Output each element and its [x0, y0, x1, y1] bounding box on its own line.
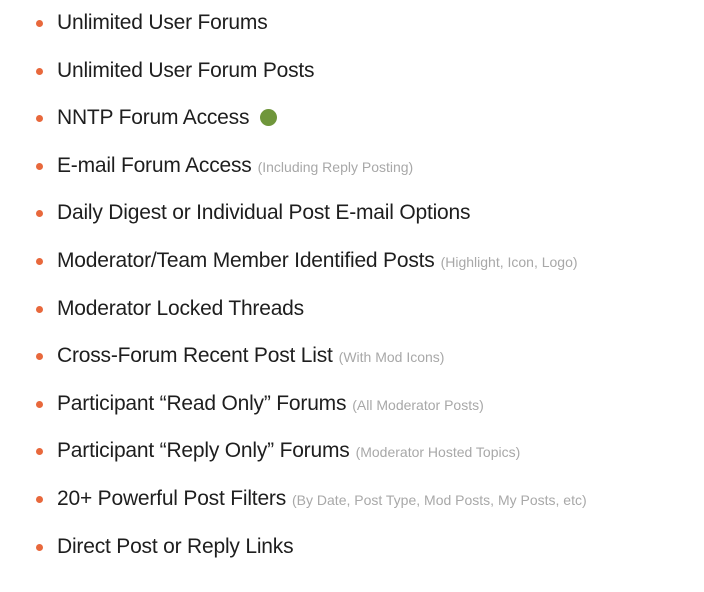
bullet-icon: [36, 115, 43, 123]
list-item: Unlimited User Forums: [0, 8, 704, 56]
bullet-icon: [36, 67, 43, 75]
bullet-icon: [36, 305, 43, 313]
feature-label: Moderator Locked Threads: [57, 296, 304, 320]
list-item: E-mail Forum Access (Including Reply Post…: [0, 151, 704, 199]
feature-label: Moderator/Team Member Identified Posts: [57, 248, 435, 272]
bullet-icon: [36, 353, 43, 361]
feature-label: 20+ Powerful Post Filters: [57, 486, 287, 510]
feature-label: E-mail Forum Access: [57, 153, 252, 177]
list-item: Participant “Reply Only” Forums (Moderato…: [0, 436, 704, 484]
feature-note: (With Mod Icons): [338, 349, 445, 366]
list-item: Direct Post or Reply Links: [0, 532, 704, 580]
feature-note: (Moderator Hosted Topics): [355, 444, 521, 461]
feature-note: (By Date, Post Type, Mod Posts, My Posts…: [292, 491, 587, 508]
feature-note: (Including Reply Posting): [257, 158, 414, 175]
bullet-icon: [36, 543, 43, 551]
feature-label: Participant “Reply Only” Forums: [57, 439, 350, 463]
feature-label: Unlimited User Forums: [57, 11, 268, 34]
list-item: Participant “Read Only” Forums (All Moder…: [0, 389, 704, 437]
list-item: Moderator Locked Threads: [0, 294, 704, 342]
feature-note: (Highlight, Icon, Logo): [440, 253, 578, 270]
feature-label: NNTP Forum Access: [57, 106, 250, 130]
list-item: Cross-Forum Recent Post List (With Mod Ic…: [0, 341, 704, 389]
feature-label: Daily Digest or Individual Post E-mail O…: [57, 201, 471, 225]
feature-note: (All Moderator Posts): [352, 396, 484, 413]
feature-list: Unlimited User Forums Unlimited User For…: [0, 8, 704, 579]
feature-label: Unlimited User Forum Posts: [57, 58, 315, 82]
green-dot-icon: [259, 109, 277, 127]
list-item: NNTP Forum Access: [0, 103, 704, 151]
bullet-icon: [36, 257, 43, 265]
bullet-icon: [36, 448, 43, 456]
list-item: Daily Digest or Individual Post E-mail O…: [0, 198, 704, 246]
list-item: Unlimited User Forum Posts: [0, 56, 704, 104]
feature-label: Participant “Read Only” Forums: [57, 391, 347, 415]
list-item: 20+ Powerful Post Filters (By Date, Post …: [0, 484, 704, 532]
bullet-icon: [36, 210, 43, 218]
bullet-icon: [36, 495, 43, 503]
feature-label: Cross-Forum Recent Post List: [57, 344, 333, 368]
bullet-icon: [36, 20, 43, 27]
bullet-icon: [36, 162, 43, 170]
bullet-icon: [36, 400, 43, 408]
list-item: Moderator/Team Member Identified Posts (H…: [0, 246, 704, 294]
feature-label: Direct Post or Reply Links: [57, 534, 294, 558]
